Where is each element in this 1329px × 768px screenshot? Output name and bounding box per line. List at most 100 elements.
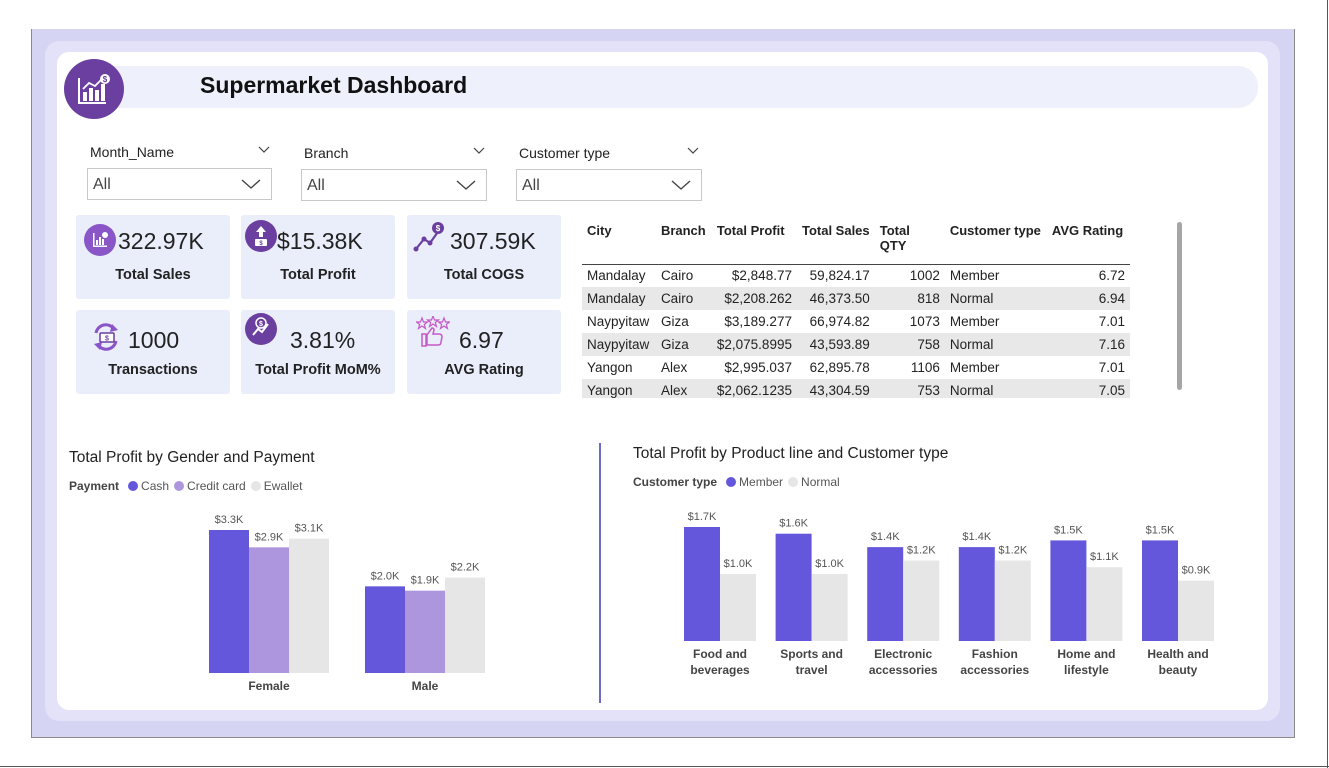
bar[interactable] xyxy=(903,560,940,641)
slicer-month-dropdown[interactable]: All xyxy=(87,168,272,200)
kpi-label: Total Profit MoM% xyxy=(255,362,381,378)
table-cell: Member xyxy=(949,268,1000,284)
category-label: Home and xyxy=(1057,647,1115,661)
legend-customer-type: Customer type Member Normal xyxy=(633,475,840,489)
column-header[interactable]: Customer type xyxy=(944,220,1047,265)
bar[interactable] xyxy=(365,586,405,673)
data-label: $1.6K xyxy=(779,518,808,530)
data-label: $1.0K xyxy=(815,558,844,570)
data-label: $2.2K xyxy=(451,562,480,574)
data-label: $3.3K xyxy=(215,514,244,526)
bottom-border xyxy=(0,766,1329,767)
table-row[interactable]: Naypyitaw Giza $3,189.277 66,974.82 1073 Memb… xyxy=(582,310,1130,333)
kpi-value: 6.97 xyxy=(459,327,504,353)
table-cell: Yangon xyxy=(582,379,656,398)
table-cell: Member xyxy=(949,314,1000,329)
data-label: $1.2K xyxy=(907,545,936,557)
legend-item[interactable]: Member xyxy=(739,475,783,489)
chevron-down-icon[interactable] xyxy=(258,146,270,154)
column-header[interactable]: Total Sales xyxy=(796,220,875,265)
kpi-total-sales: 322.97K Total Sales xyxy=(76,215,230,299)
table-cell: 43,304.59 xyxy=(796,379,875,398)
table-row[interactable]: Mandalay Cairo $2,848.77 59,824.17 1002 Membe… xyxy=(582,264,1130,287)
slicer-branch-label: Branch xyxy=(304,145,349,161)
table-cell: Mandalay xyxy=(582,287,656,310)
chart-title-product-customer: Total Profit by Product line and Custome… xyxy=(633,445,949,462)
bar[interactable] xyxy=(867,547,904,641)
table-row[interactable]: Naypyitaw Giza $2,075.8995 43,593.89 758 Norm… xyxy=(582,333,1130,356)
page-title: Supermarket Dashboard xyxy=(200,72,468,98)
table-cell: Cairo xyxy=(660,268,694,284)
legend-item[interactable]: Credit card xyxy=(187,479,246,493)
slicer-customer-label: Customer type xyxy=(519,145,611,161)
bar[interactable] xyxy=(445,577,485,673)
legend-item[interactable]: Cash xyxy=(141,479,169,493)
column-header[interactable]: AVG Rating xyxy=(1046,220,1130,265)
data-label: $0.9K xyxy=(1182,565,1211,577)
table-cell: Alex xyxy=(660,360,688,375)
table-cell: 758 xyxy=(874,333,945,356)
table-row[interactable]: Yangon Alex $2,995.037 62,895.78 1106 Member 7… xyxy=(582,356,1130,379)
kpi-avg-rating: 6.97 AVG Rating xyxy=(407,310,561,394)
bar[interactable] xyxy=(775,533,812,641)
table-cell: 7.01 xyxy=(1098,314,1125,329)
slicer-customer-dropdown[interactable]: All xyxy=(516,169,702,201)
data-label: $1.5K xyxy=(1054,524,1083,536)
kpi-label: Transactions xyxy=(108,362,198,378)
bar[interactable] xyxy=(1178,580,1214,641)
chart-title-gender-payment: Total Profit by Gender and Payment xyxy=(69,449,315,466)
bar[interactable] xyxy=(994,560,1031,641)
category-label: lifestyle xyxy=(1064,663,1109,677)
kpi-label: AVG Rating xyxy=(444,362,524,378)
bar[interactable] xyxy=(1050,540,1087,641)
svg-text:$: $ xyxy=(105,336,109,343)
chart-product-customer[interactable]: $1.7K $1.0K Food and beverages $1.6K $1.0K Spo… xyxy=(620,495,1260,695)
category-label: accessories xyxy=(869,663,938,677)
legend-item[interactable]: Ewallet xyxy=(264,479,303,493)
slicer-branch-value: All xyxy=(307,177,325,194)
sales-chart-icon xyxy=(83,223,117,257)
bar[interactable] xyxy=(720,573,756,641)
chevron-down-icon[interactable] xyxy=(687,147,699,155)
legend-item[interactable]: Normal xyxy=(801,475,840,489)
table-row[interactable]: Mandalay Cairo $2,208.262 46,373.50 818 Norma… xyxy=(582,287,1130,310)
bar[interactable] xyxy=(209,530,249,673)
slicer-branch-dropdown[interactable]: All xyxy=(301,169,487,201)
table-cell: $2,075.8995 xyxy=(711,333,797,356)
bar[interactable] xyxy=(811,573,848,641)
chevron-down-icon xyxy=(671,180,691,190)
bar[interactable] xyxy=(1086,567,1123,641)
table-cell: $2,062.1235 xyxy=(711,379,797,398)
column-header[interactable]: Total QTY xyxy=(874,220,945,265)
bar[interactable] xyxy=(958,547,995,641)
data-label: $1.9K xyxy=(411,575,440,587)
table-cell: 43,593.89 xyxy=(796,333,875,356)
column-header[interactable]: Branch xyxy=(655,220,712,265)
table-cell: 7.16 xyxy=(1046,333,1130,356)
bar[interactable] xyxy=(289,538,329,673)
bar[interactable] xyxy=(405,590,445,673)
data-label: $1.4K xyxy=(871,531,900,543)
category-label: Male xyxy=(412,679,439,693)
table-cell: Normal xyxy=(944,287,1047,310)
chart-gender-payment[interactable]: $3.3K $2.9K $3.1K Female $2.0K $1.9K $2.2K Male xyxy=(60,500,590,700)
table-scrollbar[interactable] xyxy=(1177,222,1182,390)
table-cell: 66,974.82 xyxy=(809,314,870,329)
bar[interactable] xyxy=(684,527,720,641)
kpi-label: Total Sales xyxy=(115,267,191,283)
svg-text:$: $ xyxy=(259,321,263,328)
table-cell: 6.94 xyxy=(1046,287,1130,310)
table-row[interactable]: Yangon Alex $2,062.1235 43,304.59 753 Normal 7… xyxy=(582,379,1130,398)
chevron-down-icon[interactable] xyxy=(473,147,485,155)
svg-text:$: $ xyxy=(436,224,441,233)
legend-swatch xyxy=(726,477,737,487)
column-header[interactable]: City xyxy=(582,220,656,265)
column-header[interactable]: Total Profit xyxy=(711,220,797,265)
bar[interactable] xyxy=(1142,540,1178,641)
category-label: Electronic xyxy=(874,647,932,661)
data-table[interactable]: City Branch Total Profit Total Sales Tot… xyxy=(582,220,1130,398)
legend-swatch xyxy=(250,481,261,491)
bar[interactable] xyxy=(249,547,289,673)
category-label: Female xyxy=(248,679,290,693)
chevron-down-icon xyxy=(241,179,261,189)
